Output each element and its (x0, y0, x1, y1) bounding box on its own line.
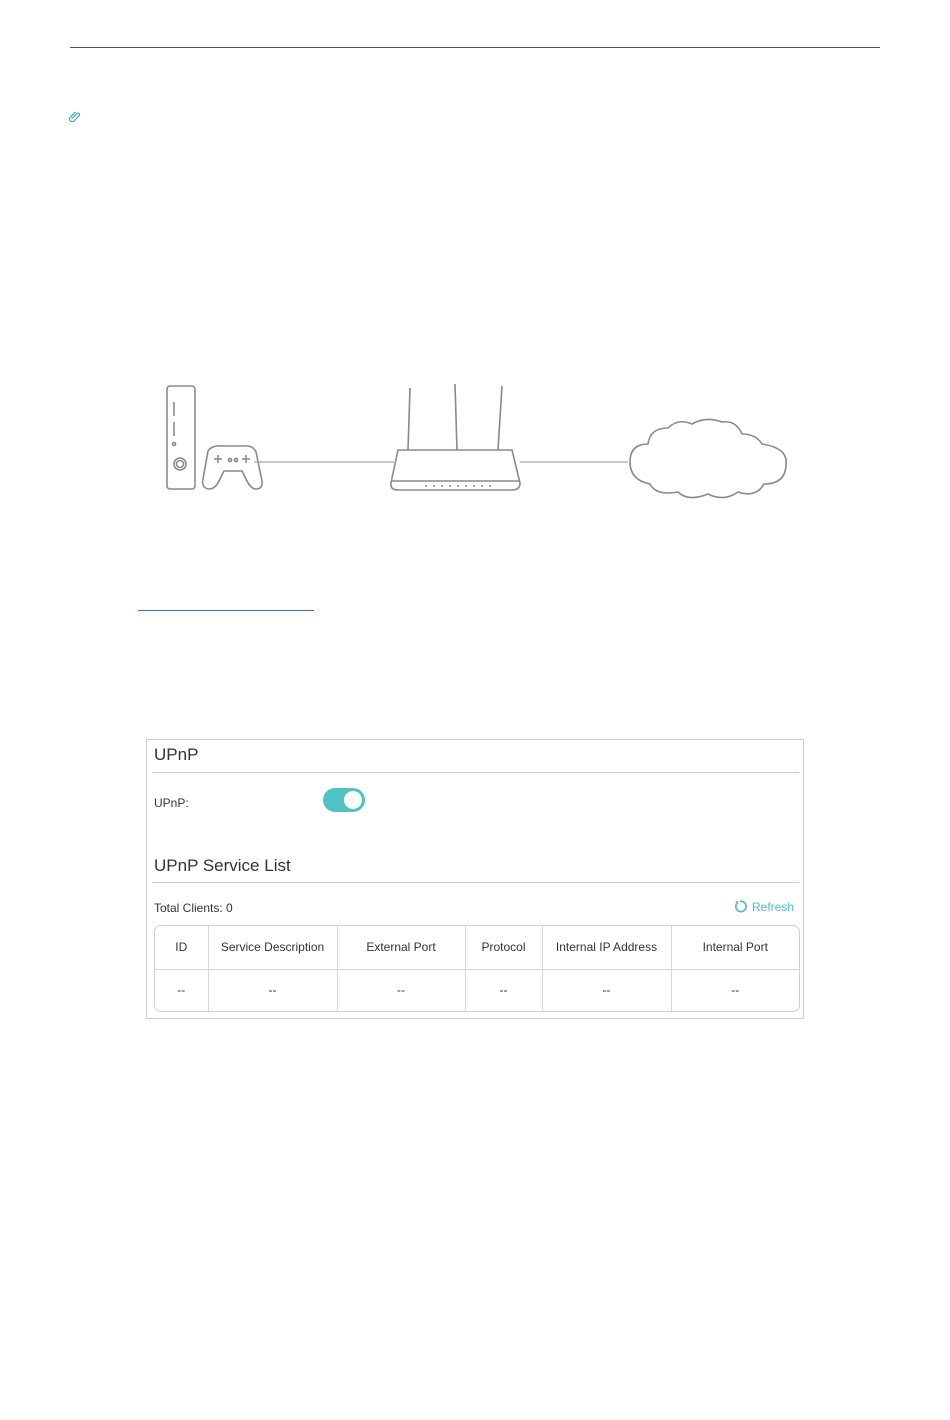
table-header-row: ID Service Description External Port Pro… (155, 926, 799, 970)
table-cell: -- (155, 969, 209, 1011)
table-cell: -- (731, 983, 740, 998)
network-diagram (166, 383, 787, 499)
upnp-field-label: UPnP: (154, 796, 189, 810)
section-divider (152, 882, 799, 883)
column-header-internal-port: Internal Port (671, 926, 799, 970)
upnp-panel: UPnP UPnP: UPnP Service List Total Clien… (146, 739, 804, 1019)
link-underline[interactable] (138, 610, 314, 611)
column-header-internal-ip-address: Internal IP Address (542, 926, 672, 970)
router-icon (390, 383, 521, 491)
refresh-button[interactable]: Refresh (733, 899, 794, 914)
service-table: ID Service Description External Port Pro… (154, 925, 800, 1012)
upnp-toggle[interactable] (323, 788, 365, 812)
section-divider (152, 772, 799, 773)
total-clients-label: Total Clients: 0 (154, 901, 233, 915)
header-rule (70, 47, 880, 48)
table-cell: -- (337, 969, 466, 1011)
table-row: -- -- -- -- -- -- (155, 969, 799, 1011)
table-cell: -- (208, 969, 338, 1011)
column-header-service-description: Service Description (208, 926, 338, 970)
game-console-icon (166, 385, 196, 490)
paperclip-icon (69, 111, 80, 122)
gamepad-icon (201, 445, 263, 490)
cloud-icon (629, 418, 787, 499)
table-cell: -- (542, 969, 672, 1011)
column-header-id: ID (155, 926, 209, 970)
table-cell: -- (465, 969, 543, 1011)
service-list-title: UPnP Service List (154, 856, 291, 875)
column-header-protocol: Protocol (465, 926, 543, 970)
refresh-icon (734, 900, 747, 913)
upnp-section-title: UPnP (154, 745, 199, 764)
refresh-label: Refresh (752, 899, 795, 914)
column-header-external-port: External Port (337, 926, 466, 970)
toggle-knob (344, 791, 362, 809)
